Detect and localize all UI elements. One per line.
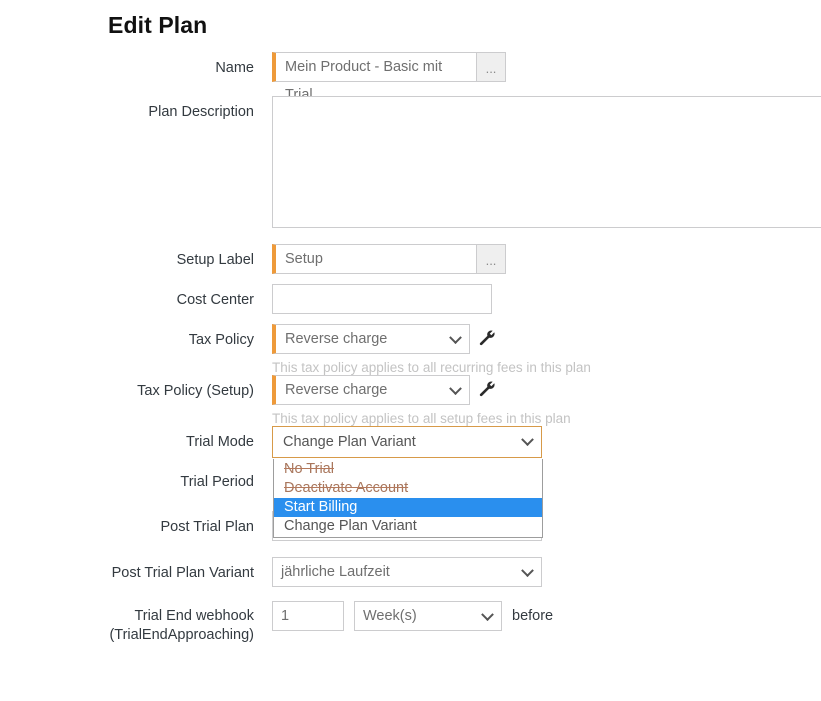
label-post-trial-plan-variant: Post Trial Plan Variant	[111, 565, 254, 581]
label-setup-label: Setup Label	[176, 252, 254, 268]
chevron-down-icon	[451, 325, 460, 353]
trial-mode-option-start-billing[interactable]: Start Billing	[274, 498, 542, 517]
tax-policy-setup-select[interactable]: Reverse charge	[272, 375, 470, 405]
field-name: Mein Product - Basic mit Trial ...	[272, 52, 821, 103]
label-name: Name	[215, 60, 254, 76]
tax-policy-setup-selected-value: Reverse charge	[285, 382, 388, 398]
trial-mode-select[interactable]: Change Plan Variant No Trial Deactivate …	[272, 426, 543, 538]
name-combo: Mein Product - Basic mit Trial ...	[272, 52, 506, 103]
cost-center-input[interactable]	[272, 284, 492, 314]
form-row-plan-description: Plan Description	[0, 96, 821, 244]
form-row-tax-policy: Tax Policy Reverse charge This tax polic…	[0, 324, 821, 375]
label-tax-policy-setup: Tax Policy (Setup)	[137, 383, 254, 399]
setup-label-combo: Setup ...	[272, 244, 506, 274]
label-cost-center: Cost Center	[176, 292, 254, 308]
wrench-icon[interactable]	[478, 329, 496, 349]
field-setup-label: Setup ...	[272, 244, 821, 274]
tax-policy-setup-hint: This tax policy applies to all setup fee…	[272, 411, 571, 426]
chevron-down-icon	[523, 558, 532, 586]
post-trial-plan-variant-select[interactable]: jährliche Laufzeit	[272, 557, 542, 587]
field-tax-policy: Reverse charge This tax policy applies t…	[272, 324, 821, 376]
tax-policy-select[interactable]: Reverse charge	[272, 324, 470, 354]
label-tax-policy: Tax Policy	[188, 332, 254, 348]
label-trial-mode: Trial Mode	[186, 434, 254, 450]
chevron-down-icon	[483, 602, 492, 630]
edit-plan-page: Edit Plan Name Mein Product - Basic mit …	[0, 0, 821, 701]
name-browse-button[interactable]: ...	[476, 52, 506, 82]
form-row-post-trial-plan-variant: Post Trial Plan Variant jährliche Laufze…	[0, 557, 821, 601]
label-trial-end-webhook: Trial End webhook (TrialEndApproaching)	[0, 601, 272, 645]
field-trial-end-webhook: 1 Week(s) before	[272, 601, 821, 631]
tax-policy-selected-value: Reverse charge	[285, 331, 388, 347]
label-post-trial-plan: Post Trial Plan	[160, 519, 255, 535]
trial-mode-option-deactivate-account[interactable]: Deactivate Account	[274, 479, 542, 498]
field-post-trial-plan-variant: jährliche Laufzeit	[272, 557, 821, 587]
trial-mode-selected-value: Change Plan Variant	[283, 434, 416, 450]
trial-end-webhook-amount-input[interactable]: 1	[272, 601, 344, 631]
name-input[interactable]: Mein Product - Basic mit Trial	[272, 52, 476, 103]
trial-end-webhook-controls: 1 Week(s) before	[272, 601, 821, 631]
setup-label-input[interactable]: Setup	[272, 244, 476, 274]
page-title: Edit Plan	[108, 12, 208, 38]
form-row-cost-center: Cost Center	[0, 284, 821, 324]
form-row-trial-mode: Trial Mode Change Plan Variant No Trial …	[0, 426, 821, 538]
field-tax-policy-setup: Reverse charge This tax policy applies t…	[272, 375, 821, 427]
plan-description-textarea[interactable]	[272, 96, 821, 228]
trial-end-webhook-unit-value: Week(s)	[363, 608, 417, 624]
trial-end-webhook-suffix: before	[512, 608, 554, 624]
form-row-trial-end-webhook: Trial End webhook (TrialEndApproaching) …	[0, 601, 821, 651]
setup-label-browse-button[interactable]: ...	[476, 244, 506, 274]
trial-mode-dropdown-list: No Trial Deactivate Account Start Billin…	[273, 459, 543, 538]
trial-end-webhook-unit-select[interactable]: Week(s)	[354, 601, 502, 631]
edit-plan-form: Name Mein Product - Basic mit Trial ... …	[0, 52, 821, 651]
form-row-tax-policy-setup: Tax Policy (Setup) Reverse charge This t…	[0, 375, 821, 426]
field-cost-center	[272, 284, 821, 314]
field-trial-mode: Change Plan Variant No Trial Deactivate …	[272, 426, 821, 538]
trial-end-webhook-label-line1: Trial End webhook	[134, 608, 254, 624]
field-plan-description	[272, 96, 821, 228]
label-trial-period: Trial Period	[180, 474, 254, 490]
label-plan-description: Plan Description	[148, 104, 254, 120]
form-row-setup-label: Setup Label Setup ...	[0, 244, 821, 284]
form-row-name: Name Mein Product - Basic mit Trial ...	[0, 52, 821, 103]
post-trial-plan-variant-selected-value: jährliche Laufzeit	[281, 564, 390, 580]
trial-end-webhook-label-line2: (TrialEndApproaching)	[109, 627, 254, 643]
chevron-down-icon	[451, 376, 460, 404]
wrench-icon[interactable]	[478, 380, 496, 400]
trial-mode-option-change-plan-variant[interactable]: Change Plan Variant	[274, 517, 542, 536]
tax-policy-hint: This tax policy applies to all recurring…	[272, 360, 591, 375]
trial-mode-option-no-trial[interactable]: No Trial	[274, 460, 542, 479]
chevron-down-icon	[523, 427, 532, 457]
